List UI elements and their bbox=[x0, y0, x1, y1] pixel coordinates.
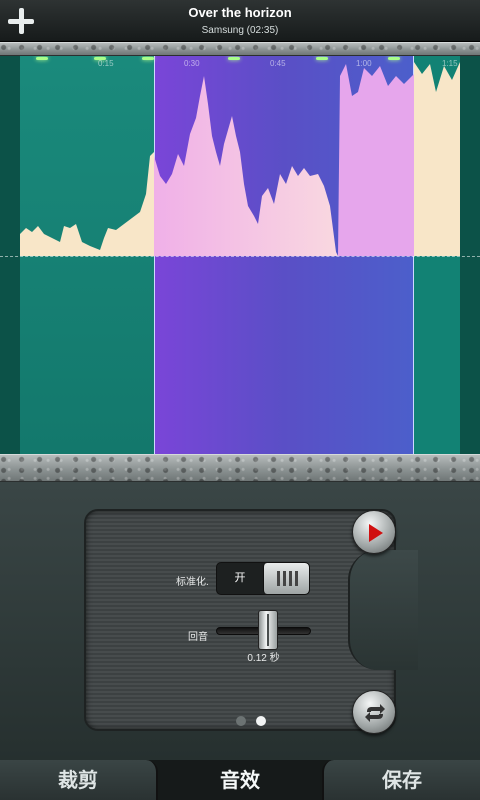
waveform-selection-right bbox=[338, 64, 414, 256]
normalize-toggle-state: 开 bbox=[234, 572, 246, 584]
stone-strip-top bbox=[0, 42, 480, 56]
ruler-marker bbox=[228, 57, 240, 60]
echo-value: 0.12 秒 bbox=[247, 653, 280, 664]
play-icon bbox=[369, 524, 383, 542]
loop-button[interactable] bbox=[352, 690, 396, 734]
effects-area: 标准化. 开 回音 0.12 秒 bbox=[0, 482, 480, 760]
timeline-tick-label: 1:00 bbox=[356, 59, 372, 68]
echo-slider-handle[interactable] bbox=[258, 610, 278, 650]
waveform-right bbox=[414, 62, 460, 256]
timeline-tick-label: 0:30 bbox=[184, 59, 200, 68]
waveform-selection bbox=[154, 76, 338, 256]
grip-icon bbox=[277, 571, 299, 586]
ruler-marker bbox=[36, 57, 48, 60]
normalize-label: 标准化. bbox=[176, 577, 209, 588]
tab-effects[interactable]: 音效 bbox=[160, 760, 320, 800]
waveform-graphic bbox=[20, 62, 460, 256]
timeline-tick-label: 0:45 bbox=[270, 59, 286, 68]
page-indicator-dot[interactable] bbox=[236, 716, 246, 726]
header-bar: Over the horizon Samsung (02:35) bbox=[0, 0, 480, 42]
timeline-ruler: 0:15 0:30 0:45 1:00 1:15 bbox=[0, 56, 480, 68]
tab-bar: 裁剪 音效 保存 bbox=[0, 760, 480, 800]
loop-icon bbox=[365, 704, 385, 722]
ruler-marker bbox=[142, 57, 154, 60]
song-title: Over the horizon bbox=[188, 5, 292, 20]
tab-trim[interactable]: 裁剪 bbox=[0, 760, 158, 800]
app-screen: Over the horizon Samsung (02:35) 0:15 0:… bbox=[0, 0, 480, 800]
panel-notch bbox=[348, 550, 418, 670]
waveform-left bbox=[20, 152, 154, 256]
song-subtitle: Samsung (02:35) bbox=[201, 25, 279, 36]
waveform-baseline bbox=[0, 256, 480, 257]
play-button[interactable] bbox=[352, 510, 396, 554]
normalize-toggle[interactable]: 开 bbox=[216, 562, 310, 595]
stone-strip-bottom bbox=[0, 454, 480, 482]
echo-label: 回音 bbox=[188, 632, 208, 643]
waveform-area[interactable]: 0:15 0:30 0:45 1:00 1:15 bbox=[0, 56, 480, 454]
timeline-tick-label: 1:15 bbox=[442, 59, 458, 68]
ruler-marker bbox=[316, 57, 328, 60]
page-indicator-dot-active[interactable] bbox=[256, 716, 266, 726]
ruler-marker bbox=[388, 57, 400, 60]
tab-save[interactable]: 保存 bbox=[322, 760, 480, 800]
timeline-tick-label: 0:15 bbox=[98, 59, 114, 68]
toggle-knob[interactable] bbox=[263, 563, 309, 594]
